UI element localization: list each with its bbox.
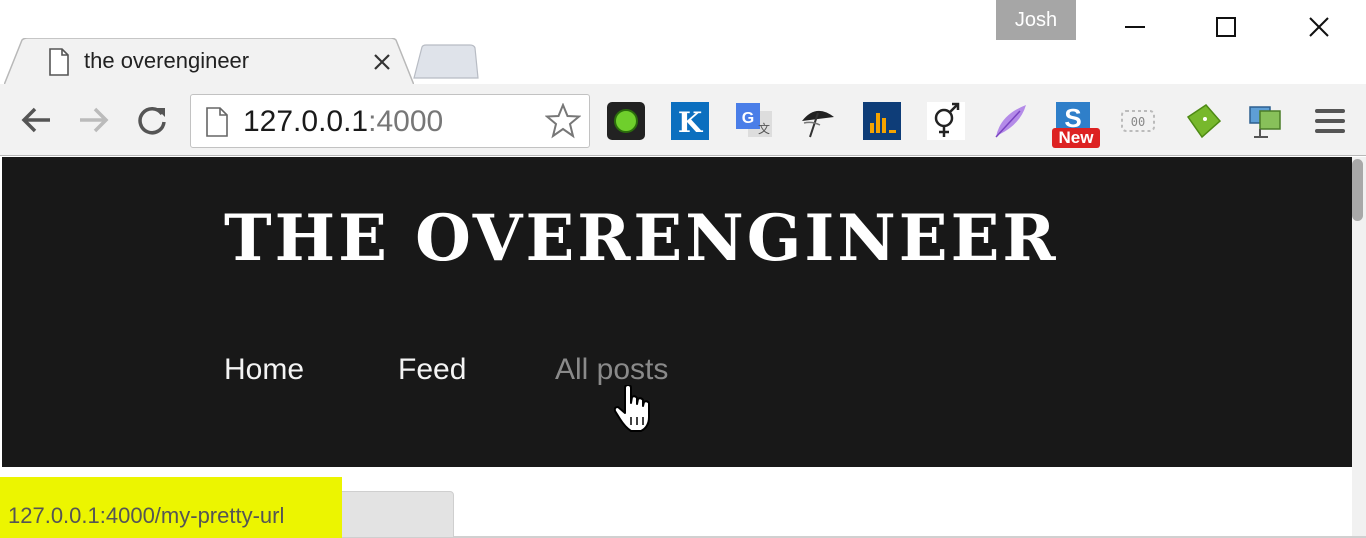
forward-button[interactable] xyxy=(76,102,112,138)
close-window-button[interactable] xyxy=(1296,4,1342,50)
browser-toolbar: 127.0.0.1:4000 K G文 S New 00 xyxy=(0,84,1366,156)
browser-menu-button[interactable] xyxy=(1312,104,1348,138)
maximize-icon xyxy=(1216,17,1236,37)
reload-icon xyxy=(138,106,166,135)
arrow-left-icon xyxy=(21,107,50,133)
page-info-icon[interactable] xyxy=(205,107,229,137)
address-text[interactable]: 127.0.0.1:4000 xyxy=(243,105,443,139)
svg-text:K: K xyxy=(678,106,704,139)
nav-link-home[interactable]: Home xyxy=(224,352,304,388)
page-viewport: THE OVERENGINEER Home Feed All posts 127… xyxy=(0,157,1366,538)
k-extension-icon[interactable]: K xyxy=(670,101,710,141)
monitor-network-extension-icon[interactable] xyxy=(1246,101,1286,141)
site-header: THE OVERENGINEER Home Feed All posts xyxy=(2,157,1352,467)
address-bar[interactable]: 127.0.0.1:4000 xyxy=(190,94,590,148)
bookmark-star-icon[interactable] xyxy=(545,103,581,139)
tab-active[interactable]: the overengineer xyxy=(4,38,414,86)
svg-text:G: G xyxy=(742,110,754,127)
tab-title: the overengineer xyxy=(84,48,250,73)
nav-link-feed[interactable]: Feed xyxy=(398,352,466,388)
nav-link-all-posts[interactable]: All posts xyxy=(555,352,668,388)
reload-button[interactable] xyxy=(134,102,170,138)
tab-close-icon[interactable] xyxy=(372,52,392,72)
minimize-icon xyxy=(1125,26,1145,28)
scrollbar-thumb[interactable] xyxy=(1352,159,1363,221)
green-dot-extension-icon[interactable] xyxy=(606,101,646,141)
close-icon xyxy=(1309,17,1329,37)
green-tag-extension-icon[interactable] xyxy=(1184,101,1224,141)
maximize-button[interactable] xyxy=(1203,4,1249,50)
svg-text:文: 文 xyxy=(758,121,770,136)
bar-chart-extension-icon[interactable] xyxy=(862,101,902,141)
status-url-text: 127.0.0.1:4000/my-pretty-url xyxy=(8,503,285,528)
title-bar: Josh the overengineer xyxy=(0,0,1366,86)
page-icon xyxy=(49,48,69,76)
dotted-box-extension-icon[interactable]: 00 xyxy=(1118,101,1158,141)
umbrella-extension-icon[interactable] xyxy=(798,101,838,141)
profile-button[interactable]: Josh xyxy=(996,0,1076,40)
gender-symbol-extension-icon[interactable] xyxy=(926,101,966,141)
hamburger-menu-icon xyxy=(1315,109,1345,133)
hand-pointer-cursor-icon xyxy=(614,385,650,432)
url-port: :4000 xyxy=(368,105,444,138)
google-translate-extension-icon[interactable]: G文 xyxy=(734,101,774,141)
browser-window: Josh the overengineer 127.0.0.1:4000 K G… xyxy=(0,0,1366,538)
site-title[interactable]: THE OVERENGINEER xyxy=(224,199,1059,279)
svg-text:00: 00 xyxy=(1131,115,1145,129)
back-button[interactable] xyxy=(18,102,54,138)
new-tab-button[interactable] xyxy=(412,44,482,80)
feather-extension-icon[interactable] xyxy=(990,101,1030,141)
new-badge: New xyxy=(1058,128,1094,147)
url-host: 127.0.0.1 xyxy=(243,105,369,138)
minimize-button[interactable] xyxy=(1112,4,1158,50)
arrow-right-icon xyxy=(80,107,109,133)
s-new-extension-icon[interactable]: S New xyxy=(1052,101,1100,148)
